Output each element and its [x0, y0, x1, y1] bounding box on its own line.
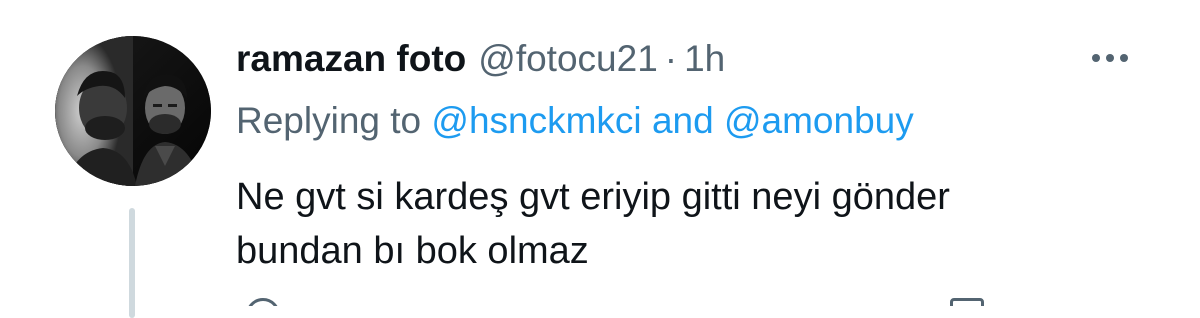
timestamp[interactable]: 1h: [684, 34, 725, 84]
reply-icon[interactable]: [246, 298, 280, 306]
tweet[interactable]: ramazan foto @fotocu21 · 1h Replying to …: [0, 0, 1200, 318]
share-icon[interactable]: [950, 298, 984, 306]
avatar[interactable]: [55, 36, 211, 186]
replying-prefix: Replying to: [236, 100, 422, 141]
tweet-header: ramazan foto @fotocu21 · 1h: [236, 34, 725, 84]
more-horizontal-icon: [1092, 54, 1128, 62]
replying-to-line: Replying to @hsnckmkci and @amonbuy: [236, 96, 914, 146]
action-row: [0, 290, 1200, 306]
separator-dot: ·: [664, 38, 678, 79]
reply-conjunction[interactable]: and: [652, 100, 714, 141]
more-options-button[interactable]: [1086, 40, 1134, 76]
tweet-text-line: bundan bı bok olmaz: [236, 230, 589, 272]
avatar-photo: [55, 36, 211, 186]
reply-mention-2[interactable]: @amonbuy: [724, 100, 914, 141]
tweet-text: Ne gvt si kardeş gvt eriyip gitti neyi g…: [236, 170, 1136, 278]
user-handle[interactable]: @fotocu21: [478, 34, 658, 84]
reply-mention-1[interactable]: @hsnckmkci: [431, 100, 641, 141]
tweet-text-line: Ne gvt si kardeş gvt eriyip gitti neyi g…: [236, 176, 950, 218]
display-name[interactable]: ramazan foto: [236, 34, 466, 84]
